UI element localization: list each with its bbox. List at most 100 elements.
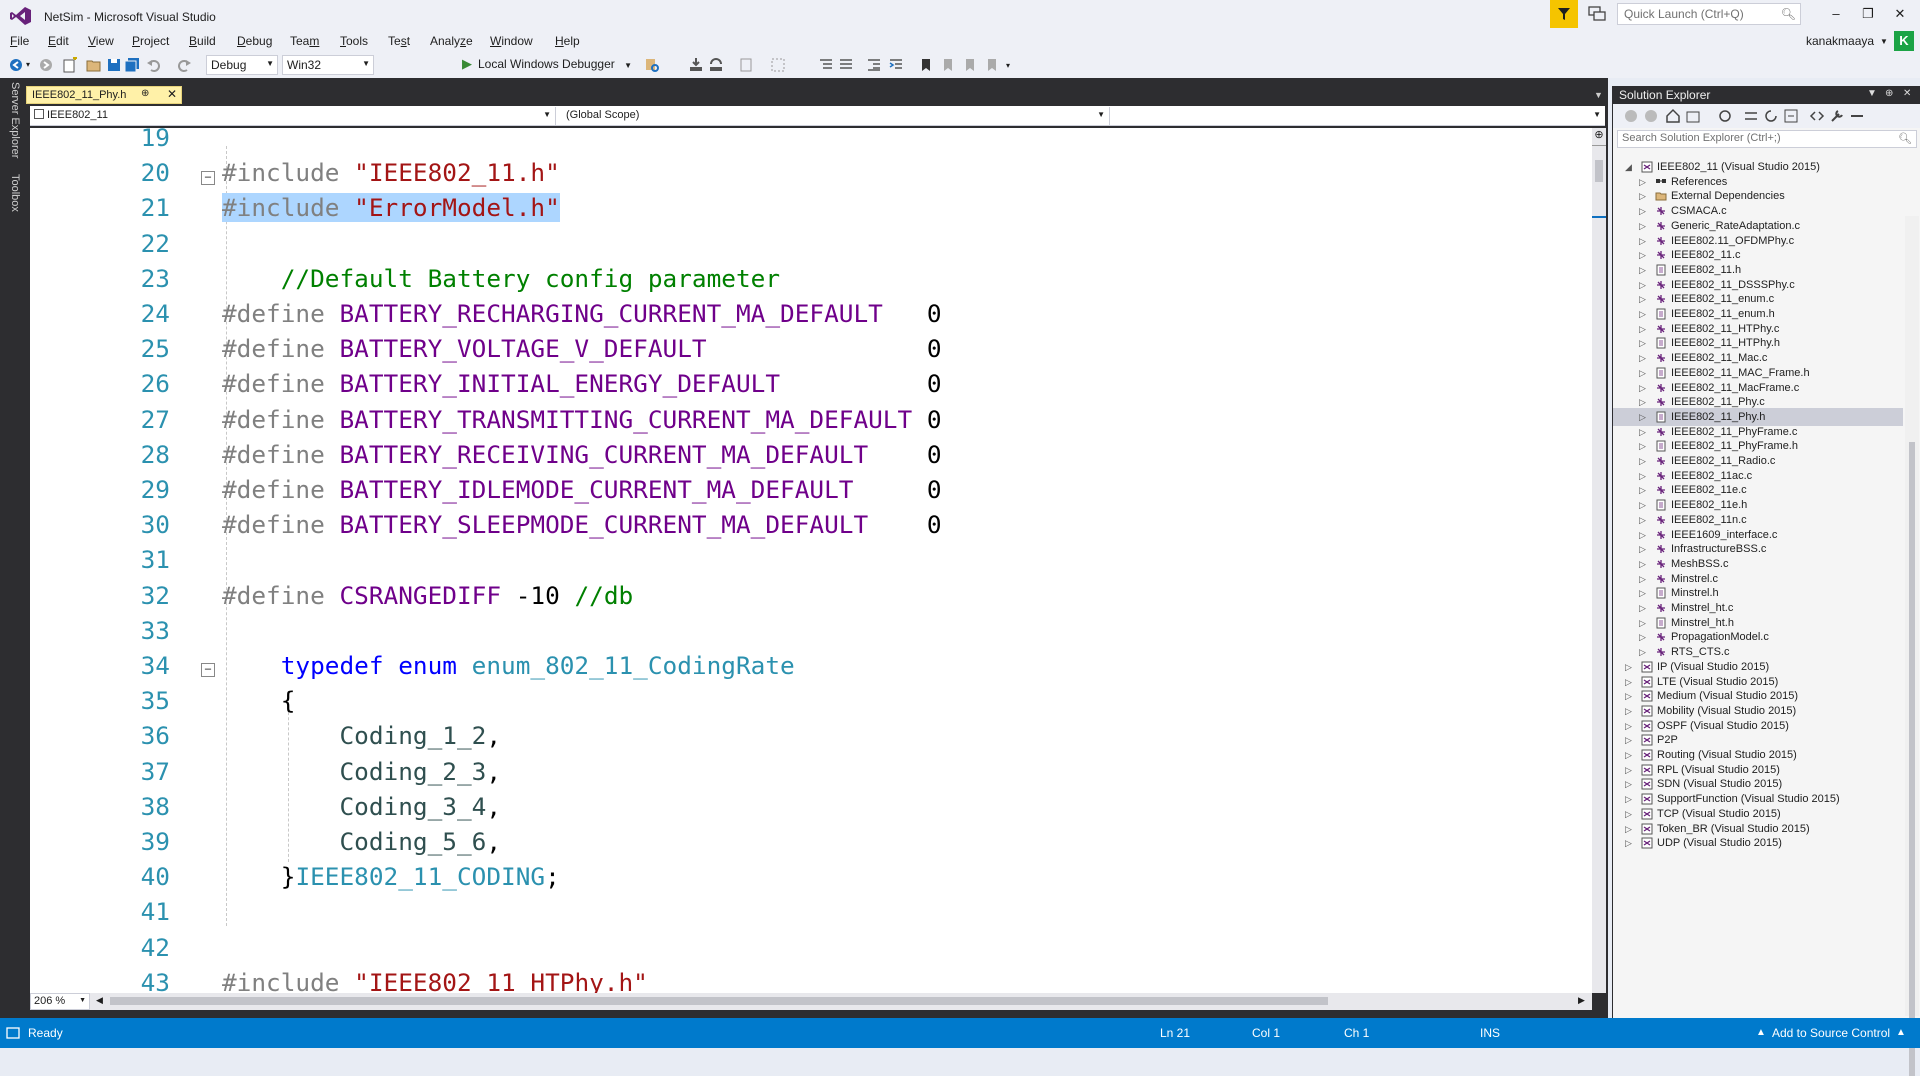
output-window-icon[interactable]: [6, 1027, 20, 1039]
view-code-icon[interactable]: [1809, 108, 1825, 124]
open-file-icon[interactable]: [86, 57, 102, 73]
code-line[interactable]: 37 Coding_2_3,: [30, 754, 1592, 789]
tab-list-dropdown-icon[interactable]: ▼: [1594, 90, 1603, 100]
code-line[interactable]: 27 #define BATTERY_TRANSMITTING_CURRENT_M…: [30, 402, 1592, 437]
code-line[interactable]: 34 typedef enum enum_802_11_CodingRate: [30, 648, 1592, 683]
menu-item[interactable]: Help: [555, 34, 580, 48]
scroll-left-icon[interactable]: ◀: [96, 995, 103, 1006]
scope-dropdown[interactable]: (Global Scope) ▼: [562, 107, 1110, 125]
pending-changes-filter-icon[interactable]: [1717, 108, 1733, 124]
comment-out-icon[interactable]: [818, 57, 834, 73]
code-line[interactable]: 28 #define BATTERY_RECEIVING_CURRENT_MA_D…: [30, 437, 1592, 472]
scroll-right-icon[interactable]: ▶: [1578, 995, 1585, 1006]
auto-hide-pin-icon[interactable]: ⊕: [1885, 88, 1893, 99]
decrease-indent-icon[interactable]: [866, 57, 882, 73]
menu-item[interactable]: File: [10, 34, 29, 48]
forward-icon[interactable]: [1643, 108, 1659, 124]
clear-bookmarks-icon[interactable]: [984, 57, 1000, 73]
back-icon[interactable]: [8, 57, 24, 73]
start-debugging-button[interactable]: ▶ Local Windows Debugger ▼: [462, 56, 632, 74]
preview-selected-items-icon[interactable]: [1849, 108, 1865, 124]
source-control-dropdown-icon[interactable]: ▲: [1896, 1027, 1906, 1038]
code-line[interactable]: 42: [30, 930, 1592, 965]
code-line[interactable]: 25 #define BATTERY_VOLTAGE_V_DEFAULT 0: [30, 331, 1592, 366]
code-line[interactable]: 24 #define BATTERY_RECHARGING_CURRENT_MA_…: [30, 296, 1592, 331]
scrollbar-thumb[interactable]: [110, 997, 1328, 1005]
scrollbar-thumb[interactable]: [1909, 442, 1915, 1076]
code-line[interactable]: 21 #include "ErrorModel.h": [30, 190, 1592, 225]
code-line[interactable]: 41: [30, 894, 1592, 929]
uncomment-icon[interactable]: [838, 57, 854, 73]
sync-with-active-document-icon[interactable]: [1743, 108, 1759, 124]
split-window-icon[interactable]: ⊕: [1592, 128, 1606, 146]
menu-item[interactable]: Team: [290, 34, 319, 48]
document-tab[interactable]: IEEE802_11_Phy.h ⊕ ✕: [26, 86, 182, 104]
redo-icon[interactable]: [176, 57, 192, 73]
code-line[interactable]: 31: [30, 542, 1592, 577]
forward-icon[interactable]: [38, 57, 54, 73]
user-dropdown-icon[interactable]: ▼: [1880, 37, 1888, 46]
code-line[interactable]: 43 #include "IEEE802_11_HTPhy.h": [30, 965, 1592, 993]
close-button[interactable]: ✕: [1890, 6, 1910, 24]
code-editor[interactable]: − − 19 20 #include "IEEE802_11.h" 21 #includ…: [30, 128, 1592, 993]
code-line[interactable]: 26 #define BATTERY_INITIAL_ENERGY_DEFAULT…: [30, 366, 1592, 401]
code-line[interactable]: 33: [30, 613, 1592, 648]
save-all-icon[interactable]: [124, 57, 140, 73]
previous-bookmark-icon[interactable]: [940, 57, 956, 73]
quick-launch-input[interactable]: Quick Launch (Ctrl+Q) 🔍︎: [1617, 3, 1801, 25]
solution-configuration-select[interactable]: Debug ▼: [206, 55, 278, 75]
solution-explorer-scrollbar[interactable]: [1905, 216, 1919, 1076]
window-position-icon[interactable]: ▼: [1867, 88, 1877, 99]
menu-item[interactable]: Tools: [340, 34, 368, 48]
editor-vertical-scrollbar[interactable]: [1592, 128, 1606, 993]
server-explorer-tab[interactable]: Server Explorer: [9, 82, 21, 158]
code-line[interactable]: 22: [30, 226, 1592, 261]
step-into-icon[interactable]: [688, 57, 704, 73]
solution-explorer-search-input[interactable]: Search Solution Explorer (Ctrl+;) 🔍︎: [1617, 130, 1917, 148]
properties-icon[interactable]: [1829, 108, 1845, 124]
bookmark-icon[interactable]: [918, 57, 934, 73]
save-icon[interactable]: [106, 57, 122, 73]
close-panel-icon[interactable]: ✕: [1903, 88, 1911, 99]
add-to-source-control-button[interactable]: Add to Source Control: [1772, 1026, 1890, 1040]
member-dropdown[interactable]: ▼: [1114, 107, 1605, 125]
menu-item[interactable]: Test: [388, 34, 410, 48]
restore-button[interactable]: ❐: [1858, 6, 1878, 24]
switch-views-icon[interactable]: [1685, 108, 1701, 124]
toolbox-tab[interactable]: Toolbox: [9, 174, 21, 212]
code-line[interactable]: 23 //Default Battery config parameter: [30, 261, 1592, 296]
menu-item[interactable]: Build: [189, 34, 216, 48]
tree-project-item[interactable]: ▷ UDP (Visual Studio 2015): [1613, 834, 1903, 852]
notifications-filter-icon[interactable]: [1550, 0, 1578, 28]
menu-item[interactable]: Project: [132, 34, 169, 48]
show-threads-icon[interactable]: [770, 57, 786, 73]
feedback-icon[interactable]: [1588, 6, 1606, 22]
back-icon[interactable]: [1623, 108, 1639, 124]
undo-icon[interactable]: [146, 57, 162, 73]
minimize-button[interactable]: –: [1826, 6, 1846, 24]
code-line[interactable]: 20 #include "IEEE802_11.h": [30, 155, 1592, 190]
user-name[interactable]: kanakmaaya: [1806, 34, 1874, 48]
code-line[interactable]: 36 Coding_1_2,: [30, 718, 1592, 753]
menu-item[interactable]: Analyze: [430, 34, 473, 48]
code-line[interactable]: 19: [30, 128, 1592, 155]
menu-item[interactable]: View: [88, 34, 114, 48]
editor-horizontal-scrollbar[interactable]: 206 % ▼ ◀ ▶: [30, 993, 1592, 1010]
pin-icon[interactable]: ⊕: [141, 88, 149, 99]
find-in-files-icon[interactable]: [644, 57, 660, 73]
avatar[interactable]: K: [1894, 31, 1914, 51]
code-line[interactable]: 40 }IEEE802_11_CODING;: [30, 859, 1592, 894]
menu-item[interactable]: Debug: [237, 34, 272, 48]
code-line[interactable]: 38 Coding_3_4,: [30, 789, 1592, 824]
refresh-icon[interactable]: [1763, 108, 1779, 124]
collapse-all-icon[interactable]: [1783, 108, 1799, 124]
menu-item[interactable]: Window: [490, 34, 533, 48]
solution-platform-select[interactable]: Win32 ▼: [282, 55, 374, 75]
project-dropdown[interactable]: IEEE802_11 ▼: [30, 107, 556, 125]
increase-indent-icon[interactable]: [888, 57, 904, 73]
next-bookmark-icon[interactable]: [962, 57, 978, 73]
menu-item[interactable]: Edit: [48, 34, 69, 48]
scrollbar-thumb[interactable]: [1595, 160, 1603, 182]
close-tab-icon[interactable]: ✕: [167, 87, 177, 101]
code-line[interactable]: 39 Coding_5_6,: [30, 824, 1592, 859]
